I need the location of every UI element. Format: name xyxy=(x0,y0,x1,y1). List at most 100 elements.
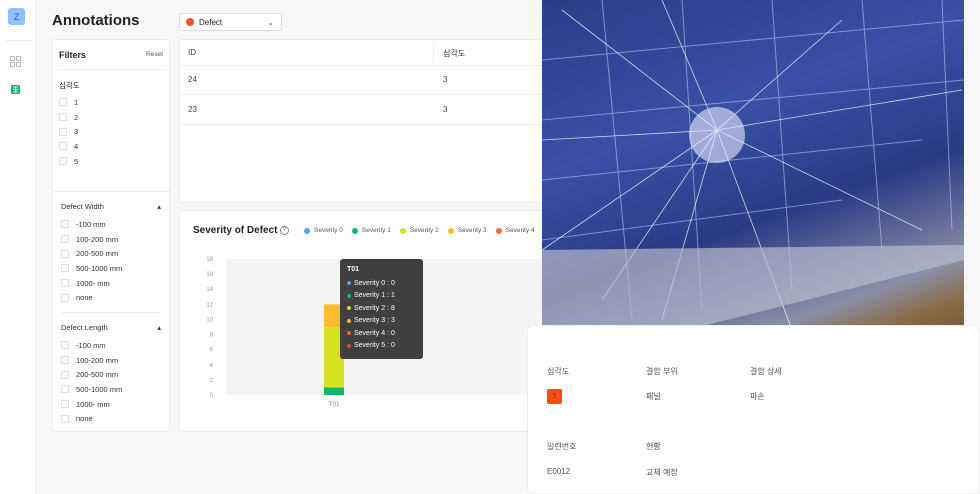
column-header-id[interactable]: ID xyxy=(188,48,196,57)
tooltip-row: Severity 1 : 1 xyxy=(347,290,416,303)
checkbox[interactable] xyxy=(61,264,69,273)
checkbox[interactable] xyxy=(59,127,67,136)
option-label: 500-1000 mm xyxy=(76,263,123,273)
defect-length-label: Defect Length xyxy=(61,323,108,332)
y-tick-label: 10 xyxy=(206,317,213,323)
tooltip-value: Severity 4 : 0 xyxy=(354,329,395,337)
checkbox[interactable] xyxy=(61,356,69,365)
divider xyxy=(5,40,31,41)
tooltip-value: Severity 5 : 0 xyxy=(354,342,395,350)
filter-option[interactable]: 4 xyxy=(59,139,78,154)
y-tick-label: 2 xyxy=(210,378,214,384)
filter-option[interactable]: 200-500 mm xyxy=(61,246,122,261)
filter-option[interactable]: 500-1000 mm xyxy=(61,382,122,397)
table-icon[interactable] xyxy=(11,85,20,94)
defect-detail-card: 심각도 결함 부위 결함 상세 5 패널 파손 일련번호 현황 E0012 교체… xyxy=(527,325,980,494)
option-label: 500-1000 mm xyxy=(76,384,123,394)
filter-option[interactable]: none xyxy=(61,290,122,305)
checkbox[interactable] xyxy=(61,235,69,244)
filter-option[interactable]: 100-200 mm xyxy=(61,232,122,247)
checkbox[interactable] xyxy=(59,98,67,107)
tooltip-row: Severity 3 : 3 xyxy=(347,315,416,328)
defect-width-header[interactable]: Defect Width ▴ xyxy=(61,202,161,211)
column-header-severity[interactable]: 심각도 xyxy=(443,48,465,59)
option-label: -100 mm xyxy=(76,219,106,229)
checkbox[interactable] xyxy=(61,220,69,229)
divider xyxy=(61,312,161,313)
defect-length-header[interactable]: Defect Length ▴ xyxy=(61,323,161,332)
tooltip-value: Severity 0 : 0 xyxy=(354,279,395,287)
defect-dot-icon xyxy=(186,18,194,26)
part-label: 결함 부위 xyxy=(646,367,678,376)
collapse-icon[interactable]: ▴ xyxy=(157,202,161,211)
option-label: 4 xyxy=(74,141,79,151)
filter-option[interactable]: 1 xyxy=(59,95,78,110)
checkbox[interactable] xyxy=(61,370,69,379)
table-row[interactable]: 24 3 xyxy=(180,66,560,95)
checkbox[interactable] xyxy=(61,249,69,258)
checkbox[interactable] xyxy=(61,414,69,423)
option-label: none xyxy=(76,293,93,303)
status-label: 현황 xyxy=(646,442,661,451)
checkbox[interactable] xyxy=(61,279,69,288)
tooltip-row: Severity 4 : 0 xyxy=(347,327,416,340)
checkbox[interactable] xyxy=(59,142,67,151)
y-tick-label: 14 xyxy=(206,287,213,293)
filter-option[interactable]: 1000- mm xyxy=(61,397,122,412)
option-label: 1000- mm xyxy=(76,399,110,409)
column-divider xyxy=(433,43,434,62)
filter-option[interactable]: 200-500 mm xyxy=(61,367,122,382)
series-dot-icon xyxy=(347,293,351,298)
option-label: 3 xyxy=(74,127,79,137)
grid-icon[interactable] xyxy=(10,56,21,67)
y-tick-label: 18 xyxy=(206,257,213,263)
checkbox[interactable] xyxy=(59,157,67,166)
filters-title: Filters xyxy=(59,50,87,60)
option-label: -100 mm xyxy=(76,340,106,350)
option-label: 100-200 mm xyxy=(76,234,119,244)
option-label: 100-200 mm xyxy=(76,355,119,365)
tooltip-row: Severity 5 : 0 xyxy=(347,340,416,353)
series-dot-icon xyxy=(347,331,351,336)
avatar[interactable]: Z xyxy=(8,8,25,25)
filter-option[interactable]: 5 xyxy=(59,154,78,169)
bar-segment-severity-1[interactable] xyxy=(324,387,344,395)
x-tick-label: T01 xyxy=(328,401,340,408)
checkbox[interactable] xyxy=(61,293,69,302)
serial-value: E0012 xyxy=(547,467,571,476)
reset-button[interactable]: Reset xyxy=(146,51,163,58)
y-tick-label: 8 xyxy=(210,333,214,339)
filter-option[interactable]: 500-1000 mm xyxy=(61,261,122,276)
option-label: 2 xyxy=(74,112,79,122)
filter-option[interactable]: -100 mm xyxy=(61,338,122,353)
y-tick-label: 0 xyxy=(210,393,214,399)
filter-option[interactable]: 2 xyxy=(59,110,78,125)
option-label: 1 xyxy=(74,97,79,107)
cell-id: 23 xyxy=(188,105,197,114)
filter-option[interactable]: 1000- mm xyxy=(61,276,122,291)
table-row[interactable]: 23 3 xyxy=(180,95,560,125)
part-value: 패널 xyxy=(646,392,661,401)
filters-panel: Filters Reset 심각도 1 2 3 4 5 Defect Width… xyxy=(52,39,171,432)
tooltip-title: T01 xyxy=(347,266,360,273)
collapse-icon[interactable]: ▴ xyxy=(157,323,161,332)
cell-severity: 3 xyxy=(443,105,448,114)
category-select[interactable]: Defect ⌄ xyxy=(179,13,282,31)
filter-option[interactable]: 100-200 mm xyxy=(61,353,122,368)
filter-option[interactable]: -100 mm xyxy=(61,217,122,232)
option-label: 200-500 mm xyxy=(76,249,119,259)
serial-label: 일련번호 xyxy=(547,442,577,451)
checkbox[interactable] xyxy=(61,400,69,409)
detail-label: 결함 상세 xyxy=(750,367,782,376)
y-tick-label: 12 xyxy=(206,302,213,308)
option-label: none xyxy=(76,414,93,424)
y-tick-label: 6 xyxy=(210,348,214,354)
checkbox[interactable] xyxy=(61,385,69,394)
chart-tooltip: T01 Severity 0 : 0 Severity 1 : 1 Severity… xyxy=(340,259,423,359)
checkbox[interactable] xyxy=(59,113,67,122)
filter-option[interactable]: none xyxy=(61,411,122,426)
checkbox[interactable] xyxy=(61,341,69,350)
filter-option[interactable]: 3 xyxy=(59,124,78,139)
sidebar: Z xyxy=(0,0,36,494)
page-title: Annotations xyxy=(52,12,140,29)
